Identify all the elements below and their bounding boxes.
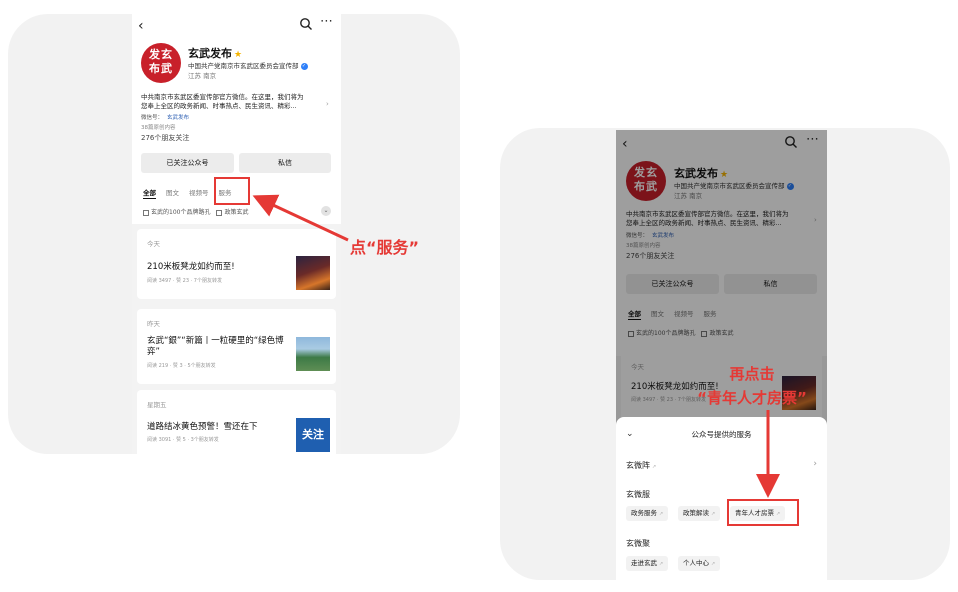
arrow-to-services-tab bbox=[252, 194, 349, 242]
step1-callout: 点“服务” bbox=[350, 238, 420, 257]
annotation-arrows bbox=[252, 194, 780, 498]
step2-callout: 再点击 “青年人才房票” bbox=[697, 365, 807, 407]
